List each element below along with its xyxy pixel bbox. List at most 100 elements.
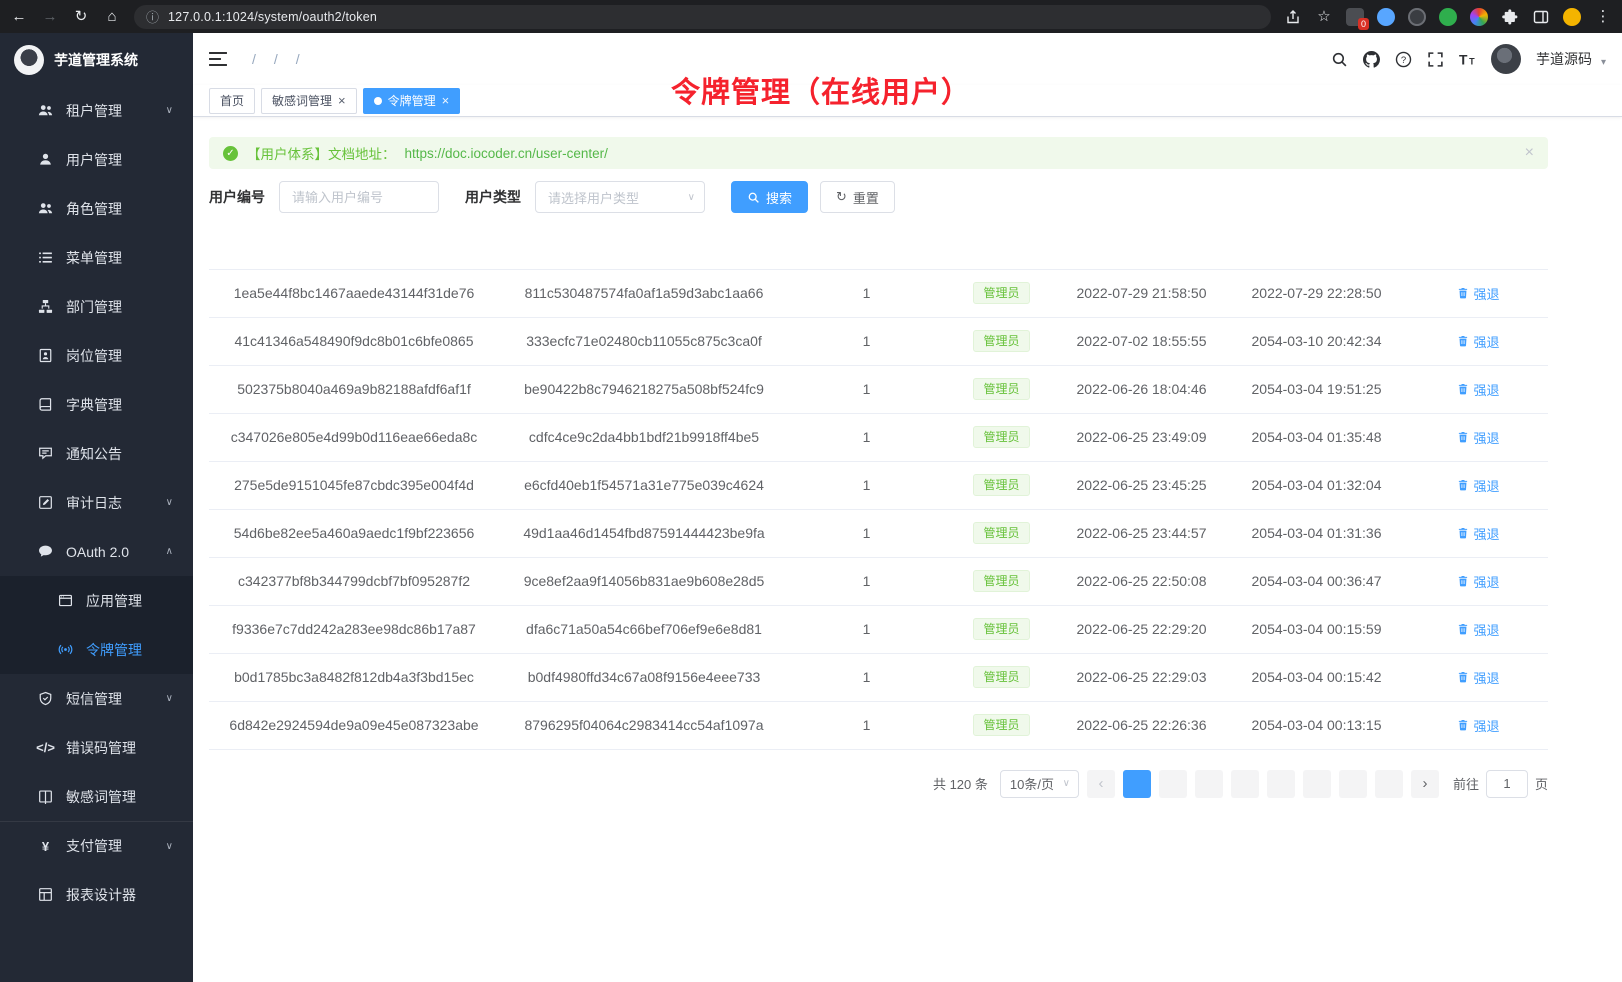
sidebar-item[interactable]: </> 错误码管理 [0,723,193,772]
sidebar-item[interactable]: 菜单管理 [0,233,193,282]
browser-back-icon[interactable]: ← [10,9,28,24]
page-number-button[interactable] [1159,770,1187,798]
sidebar-item[interactable]: 审计日志 ∨ [0,478,193,527]
page-number-button[interactable] [1303,770,1331,798]
user-type-tag: 管理员 [973,714,1029,736]
caret-down-icon: ▾ [1601,57,1606,68]
extension-icon[interactable] [1470,8,1488,26]
force-logout-button[interactable]: 强退 [1457,476,1499,495]
action-cell: 强退 [1409,413,1548,461]
sidebar-item[interactable]: 敏感词管理 [0,772,193,821]
sidebar-item[interactable]: 部门管理 [0,282,193,331]
create-time-cell: 2022-06-25 23:45:25 [1059,461,1224,509]
next-page-button[interactable]: › [1411,770,1439,798]
delete-icon [1457,479,1469,491]
user-type-tag: 管理员 [973,618,1029,640]
bookmark-star-icon[interactable]: ☆ [1315,9,1333,24]
force-logout-button[interactable]: 强退 [1457,620,1499,639]
browser-forward-icon[interactable]: → [41,9,59,24]
extension-icon[interactable] [1439,8,1457,26]
doc-link[interactable]: https://doc.iocoder.cn/user-center/ [405,146,608,161]
page-size-select[interactable]: 10条/页 ∨ [1000,770,1079,798]
user-type-select[interactable]: 请选择用户类型 ∨ [535,181,705,213]
view-tab[interactable]: 敏感词管理 × [261,88,357,114]
extension-icon[interactable] [1408,8,1426,26]
user-avatar[interactable] [1491,44,1521,74]
table-row: 275e5de9151045fe87cbdc395e004f4d e6cfd40… [209,461,1548,509]
share-icon[interactable] [1284,9,1302,25]
fullscreen-icon[interactable] [1427,51,1444,68]
force-logout-button[interactable]: 强退 [1457,716,1499,735]
goto-page-input[interactable] [1486,770,1528,798]
sidebar-item[interactable]: 岗位管理 [0,331,193,380]
user-name[interactable]: 芋道源码 [1536,49,1592,69]
create-time-cell: 2022-06-25 22:50:08 [1059,557,1224,605]
sidebar-collapse-icon[interactable] [209,51,227,67]
view-tab[interactable]: 令牌管理 × [363,88,461,114]
sidebar-item[interactable]: 租户管理 ∨ [0,86,193,135]
user-id-input[interactable] [279,181,439,213]
breadcrumb-item[interactable] [265,51,287,67]
force-logout-button[interactable]: 强退 [1457,668,1499,687]
alert-close-icon[interactable]: × [1525,144,1534,162]
sidebar-item-label: 短信管理 [66,689,122,709]
address-bar[interactable]: ⓘ 127.0.0.1:1024/system/oauth2/token [134,5,1271,29]
page-number-button[interactable] [1231,770,1259,798]
sidebar-item[interactable]: 短信管理 ∨ [0,674,193,723]
force-logout-button[interactable]: 强退 [1457,332,1499,351]
prev-page-button[interactable]: ‹ [1087,770,1115,798]
view-tab[interactable]: 首页 [209,88,255,114]
extensions-puzzle-icon[interactable] [1501,9,1519,25]
browser-profile-avatar[interactable] [1563,8,1581,26]
extension-icon[interactable] [1377,8,1395,26]
close-tab-icon[interactable]: × [442,94,450,107]
page-number-button[interactable] [1195,770,1223,798]
search-button[interactable]: 搜索 [731,181,808,213]
sidebar-item[interactable]: 字典管理 [0,380,193,429]
create-time-cell: 2022-06-25 22:26:36 [1059,701,1224,749]
extension-icon[interactable]: 0 [1346,8,1364,26]
breadcrumb-item[interactable] [243,51,265,67]
force-logout-button[interactable]: 强退 [1457,572,1499,591]
sidebar-item[interactable]: ¥ 支付管理 ∨ [0,821,193,870]
force-logout-button[interactable]: 强退 [1457,380,1499,399]
help-icon[interactable]: ? [1395,51,1412,68]
github-icon[interactable] [1363,51,1380,68]
refresh-token-cell: dfa6c71a50a54c66bef706ef9e6e8d81 [499,605,789,653]
breadcrumb-item[interactable] [287,51,309,67]
page-number-button[interactable] [1267,770,1295,798]
side-panel-icon[interactable] [1532,9,1550,25]
search-icon[interactable] [1331,51,1348,68]
app-logo[interactable]: 芋道管理系统 [0,33,193,86]
page-number-button[interactable] [1123,770,1151,798]
page-number-button[interactable] [1375,770,1403,798]
sidebar-item[interactable]: 令牌管理 [0,625,193,674]
expire-time-cell: 2054-03-10 20:42:34 [1224,317,1409,365]
font-size-icon[interactable]: TT [1459,51,1476,68]
sidebar-item[interactable]: 应用管理 [0,576,193,625]
sidebar-item[interactable]: 用户管理 [0,135,193,184]
action-cell: 强退 [1409,509,1548,557]
close-tab-icon[interactable]: × [338,94,346,107]
site-info-icon[interactable]: ⓘ [146,7,159,26]
reset-button[interactable]: ↻ 重置 [820,181,895,213]
user-type-cell: 管理员 [944,461,1059,509]
sidebar-item-label: 字典管理 [66,395,122,415]
user-type-tag: 管理员 [973,474,1029,496]
browser-menu-icon[interactable]: ⋮ [1594,9,1612,24]
sidebar-item[interactable]: 报表设计器 [0,870,193,919]
force-logout-button[interactable]: 强退 [1457,284,1499,303]
force-logout-button[interactable]: 强退 [1457,524,1499,543]
browser-home-icon[interactable]: ⌂ [103,9,121,24]
goto-page: 前往 页 [1453,770,1548,798]
svg-text:T: T [1459,51,1468,67]
sidebar-item[interactable]: 角色管理 [0,184,193,233]
sidebar-item[interactable]: 通知公告 [0,429,193,478]
sidebar-item-label: OAuth 2.0 [66,544,129,560]
browser-reload-icon[interactable]: ↻ [72,9,90,24]
sidebar-item[interactable]: OAuth 2.0 ∧ [0,527,193,576]
sidebar-item-label: 审计日志 [66,493,122,513]
page-number-button[interactable] [1339,770,1367,798]
force-logout-button[interactable]: 强退 [1457,428,1499,447]
navbar-actions: ? TT 芋道源码 ▾ [1331,44,1606,74]
